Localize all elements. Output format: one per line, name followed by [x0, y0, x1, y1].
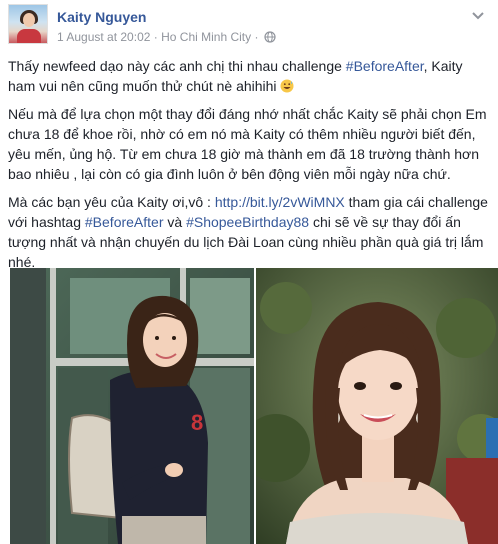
text-run: Thấy newfeed dạo này các anh chị thi nha…	[8, 58, 346, 74]
author-name[interactable]: Kaity Nguyen	[57, 9, 146, 25]
globe-icon[interactable]	[264, 31, 276, 43]
post-photo-after[interactable]	[256, 268, 498, 544]
post-text: Thấy newfeed dạo này các anh chị thi nha…	[8, 56, 492, 280]
avatar[interactable]	[8, 4, 48, 44]
text-run: và	[163, 214, 187, 230]
post-photo-before[interactable]: 8	[10, 268, 254, 544]
grinning-sweat-emoji-icon	[280, 79, 294, 93]
photo-before-image: 8	[10, 268, 254, 544]
url-link[interactable]: http://bit.ly/2vWiMNX	[215, 194, 345, 210]
hashtag-link[interactable]: #BeforeAfter	[346, 58, 424, 74]
svg-text:8: 8	[191, 410, 203, 435]
paragraph-1: Thấy newfeed dạo này các anh chị thi nha…	[8, 56, 492, 96]
post-location[interactable]: Ho Chi Minh City	[161, 30, 251, 44]
hashtag-link[interactable]: #BeforeAfter	[85, 214, 164, 230]
meta-separator: ·	[254, 29, 259, 44]
post-header: Kaity Nguyen 1 August at 20:02 · Ho Chi …	[8, 4, 498, 48]
post-timestamp[interactable]: 1 August at 20:02	[57, 30, 150, 44]
post-meta: 1 August at 20:02 · Ho Chi Minh City ·	[57, 29, 276, 44]
photo-after-image	[256, 268, 498, 544]
meta-separator: ·	[153, 29, 158, 44]
hashtag-link[interactable]: #ShopeeBirthday88	[186, 214, 309, 230]
text-run: Mà các bạn yêu của Kaity ơi,vô :	[8, 194, 215, 210]
paragraph-3: Mà các bạn yêu của Kaity ơi,vô : http://…	[8, 192, 492, 272]
paragraph-2: Nếu mà để lựa chọn một thay đổi đáng nhớ…	[8, 106, 487, 182]
chevron-down-icon[interactable]	[470, 10, 486, 22]
photo-grid: 8	[10, 268, 498, 544]
